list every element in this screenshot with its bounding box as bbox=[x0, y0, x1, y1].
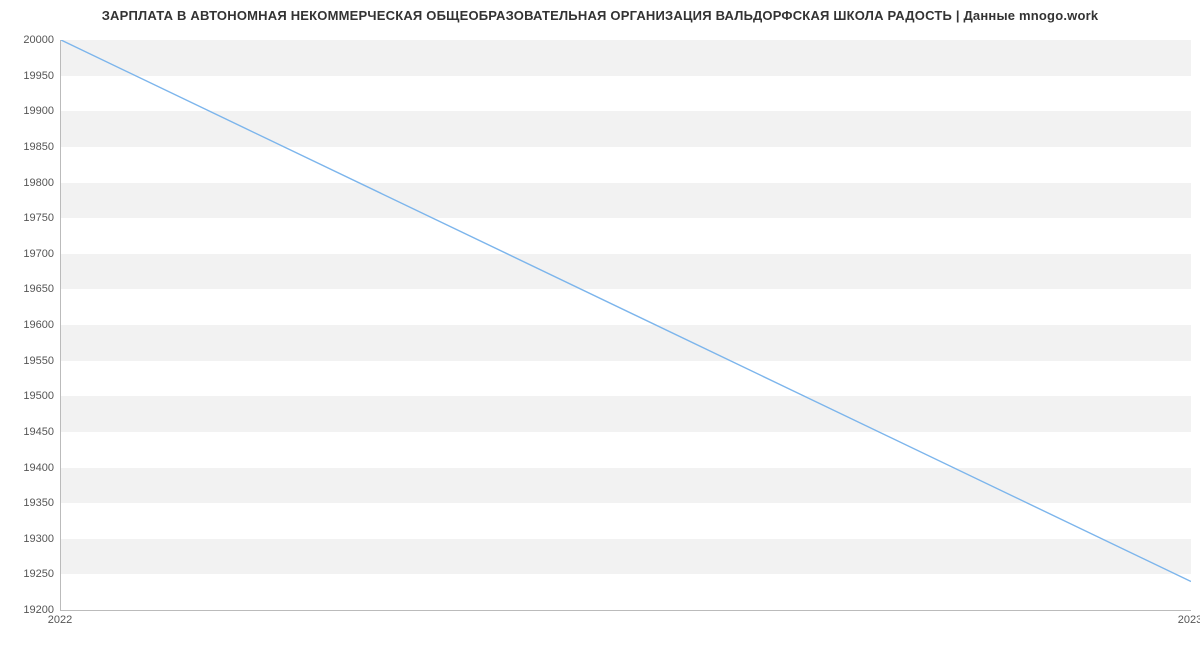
y-tick-label: 19850 bbox=[2, 141, 54, 153]
y-tick-label: 19350 bbox=[2, 497, 54, 509]
y-tick-label: 19200 bbox=[2, 604, 54, 616]
chart-title: ЗАРПЛАТА В АВТОНОМНАЯ НЕКОММЕРЧЕСКАЯ ОБЩ… bbox=[0, 8, 1200, 23]
y-tick-label: 19600 bbox=[2, 319, 54, 331]
x-tick-label: 2023 bbox=[1178, 614, 1200, 626]
y-tick-label: 19800 bbox=[2, 177, 54, 189]
series-line bbox=[61, 40, 1191, 582]
y-tick-label: 19450 bbox=[2, 426, 54, 438]
x-tick-label: 2022 bbox=[48, 614, 72, 626]
y-tick-label: 19650 bbox=[2, 283, 54, 295]
plot-area bbox=[60, 40, 1191, 611]
y-tick-label: 19500 bbox=[2, 390, 54, 402]
y-tick-label: 19750 bbox=[2, 212, 54, 224]
series-line-layer bbox=[61, 40, 1191, 610]
y-tick-label: 19250 bbox=[2, 568, 54, 580]
chart-container: ЗАРПЛАТА В АВТОНОМНАЯ НЕКОММЕРЧЕСКАЯ ОБЩ… bbox=[0, 0, 1200, 650]
y-tick-label: 19700 bbox=[2, 248, 54, 260]
y-tick-label: 19400 bbox=[2, 462, 54, 474]
y-tick-label: 19900 bbox=[2, 105, 54, 117]
y-tick-label: 19550 bbox=[2, 355, 54, 367]
y-tick-label: 19300 bbox=[2, 533, 54, 545]
y-tick-label: 19950 bbox=[2, 70, 54, 82]
y-tick-label: 20000 bbox=[2, 34, 54, 46]
